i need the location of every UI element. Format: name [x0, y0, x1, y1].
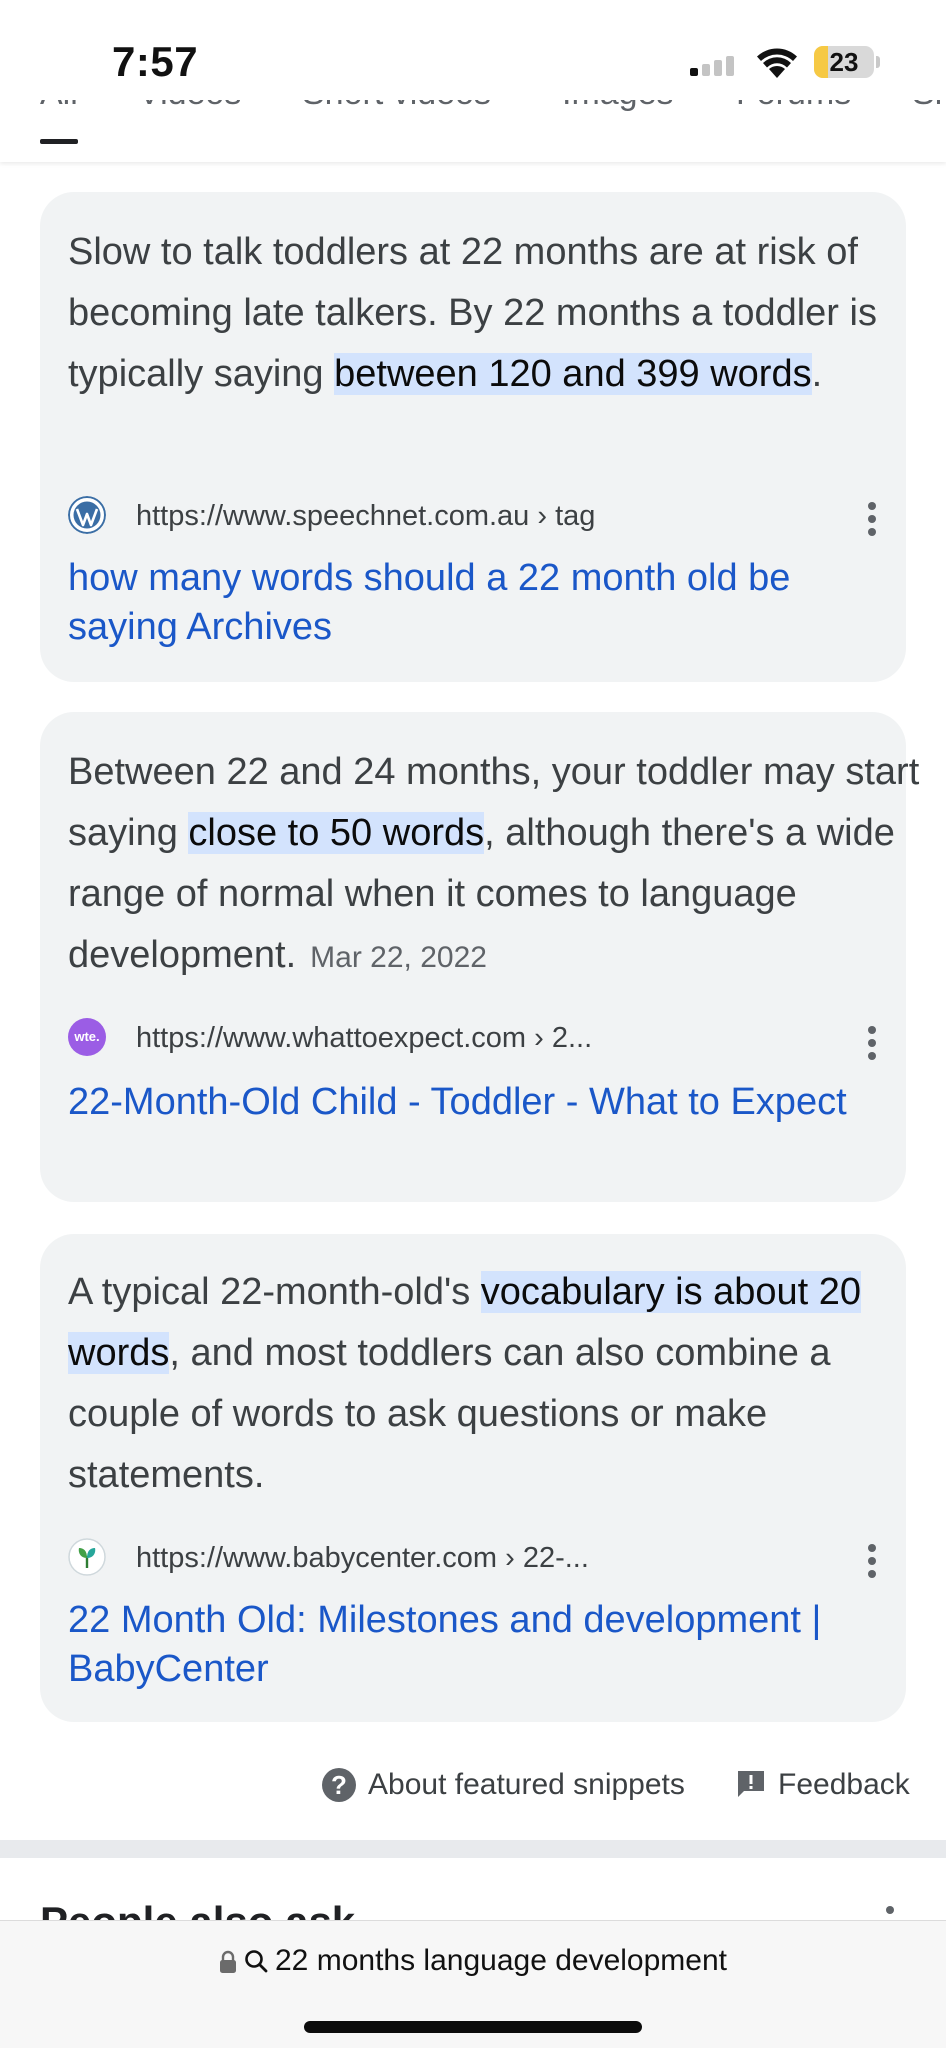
- search-icon: [245, 1950, 268, 1973]
- snippet-date: Mar 22, 2022: [310, 941, 487, 974]
- snippet-highlight: close to 50 words: [188, 812, 485, 854]
- status-time: 7:57: [112, 38, 199, 85]
- active-tab-indicator: [40, 139, 78, 144]
- snippet-highlight: between 120 and 399 words: [334, 353, 812, 395]
- featured-snippet-card: Slow to talk toddlers at 22 months are a…: [40, 192, 906, 682]
- home-indicator[interactable]: [304, 2021, 642, 2033]
- status-bar: 7:57 23: [0, 0, 946, 100]
- section-divider: [0, 1840, 946, 1858]
- wte-icon: wte.: [68, 1018, 106, 1056]
- source-url: https://www.whattoexpect.com › 2...: [136, 1022, 593, 1054]
- tab-all[interactable]: All: [40, 100, 78, 113]
- source-row[interactable]: https://www.speechnet.com.au › tag: [68, 494, 888, 538]
- feedback-icon: [738, 1771, 764, 1797]
- source-url: https://www.speechnet.com.au › tag: [136, 500, 596, 532]
- more-options-icon[interactable]: [852, 494, 892, 544]
- babycenter-icon: [68, 1538, 106, 1576]
- lock-icon: [220, 1950, 236, 1973]
- tab-shopping[interactable]: Sh: [912, 100, 946, 113]
- source-url: https://www.babycenter.com › 22-...: [136, 1542, 589, 1574]
- snippet-text: A typical 22-month-old's vocabulary is a…: [68, 1271, 862, 1496]
- snippets-footer: ? About featured snippets Feedback: [0, 1760, 946, 1810]
- result-title-link[interactable]: 22-Month-Old Child - Toddler - What to E…: [68, 1078, 868, 1127]
- battery-icon: 23: [814, 46, 880, 78]
- featured-snippet-card: Between 22 and 24 months, your toddler m…: [40, 712, 919, 1202]
- snippet-text: Between 22 and 24 months, your toddler m…: [68, 751, 920, 976]
- help-icon: ?: [322, 1768, 356, 1802]
- address-bar[interactable]: 22 months language development: [0, 1920, 946, 2048]
- featured-snippet-card: A typical 22-month-old's vocabulary is a…: [40, 1234, 906, 1722]
- source-row[interactable]: wte. https://www.whattoexpect.com › 2...: [68, 1016, 888, 1060]
- tab-forums[interactable]: Forums: [736, 100, 851, 113]
- tab-images[interactable]: Images: [562, 100, 674, 113]
- address-query: 22 months language development: [275, 1944, 727, 1977]
- more-options-icon[interactable]: [886, 1906, 894, 1914]
- snippet-text: Slow to talk toddlers at 22 months are a…: [68, 231, 877, 395]
- wordpress-icon: [68, 496, 106, 534]
- tab-short-videos[interactable]: Short videos: [302, 100, 491, 113]
- search-tabs: All Videos Short videos Images Forums Sh: [0, 100, 946, 162]
- more-options-icon[interactable]: [852, 1016, 892, 1066]
- battery-level: 23: [829, 47, 859, 77]
- wifi-icon: [757, 48, 797, 78]
- cellular-signal-icon: [690, 56, 740, 76]
- source-row[interactable]: https://www.babycenter.com › 22-...: [68, 1536, 888, 1580]
- more-options-icon[interactable]: [852, 1536, 892, 1586]
- result-title-link[interactable]: 22 Month Old: Milestones and development…: [68, 1596, 868, 1694]
- result-title-link[interactable]: how many words should a 22 month old be …: [68, 554, 868, 652]
- tab-videos[interactable]: Videos: [138, 100, 241, 113]
